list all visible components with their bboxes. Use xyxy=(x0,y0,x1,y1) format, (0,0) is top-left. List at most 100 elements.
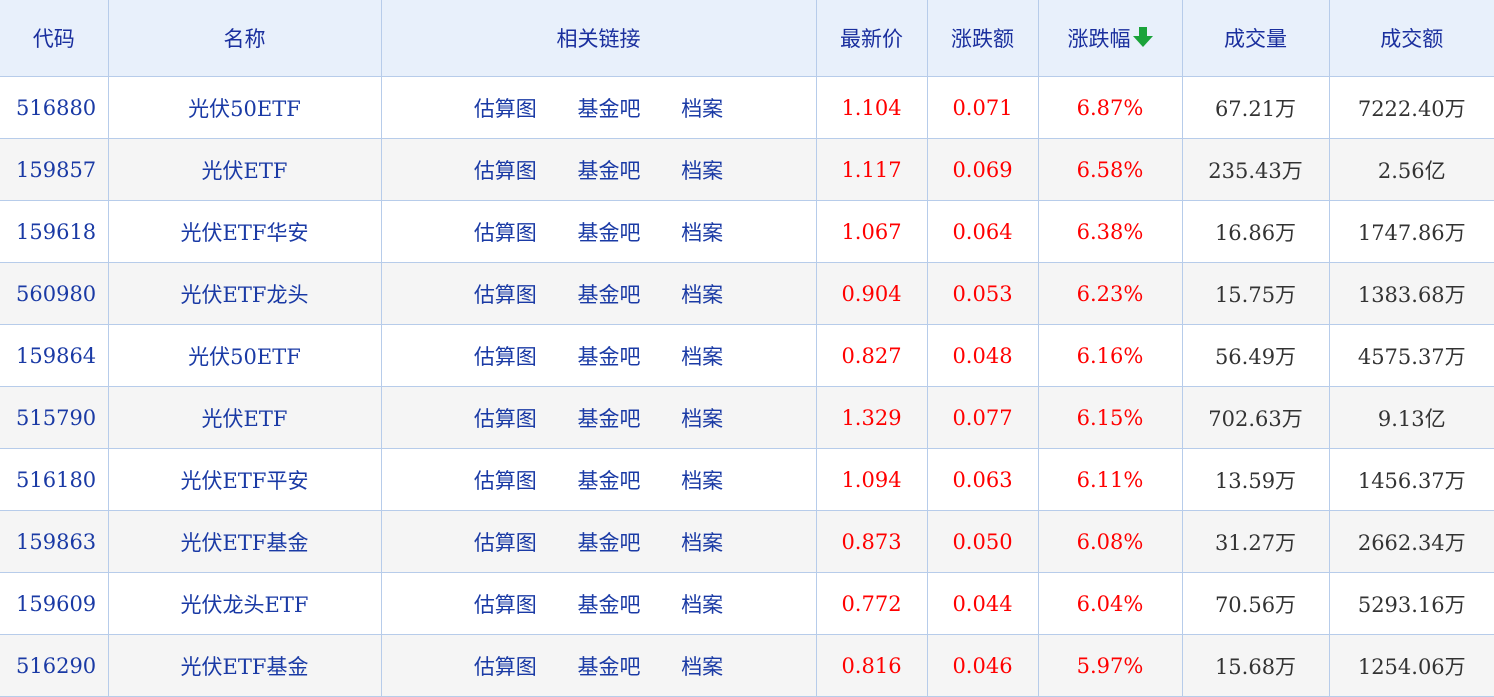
code-cell: 159864 xyxy=(0,324,109,387)
links-cell: 估算图 基金吧 档案 xyxy=(381,262,817,325)
fund-forum-link[interactable]: 基金吧 xyxy=(578,593,641,617)
fund-forum-link[interactable]: 基金吧 xyxy=(578,221,641,245)
change-pct-cell: 6.15% xyxy=(1038,386,1183,449)
fund-code-link[interactable]: 560980 xyxy=(16,282,96,306)
price-cell: 0.904 xyxy=(816,262,928,325)
table-row: 159609 光伏龙头ETF 估算图 基金吧 档案 0.772 0.044 6.… xyxy=(0,572,1494,635)
estimate-chart-link[interactable]: 估算图 xyxy=(474,531,537,555)
fund-profile-link[interactable]: 档案 xyxy=(681,97,723,121)
volume-cell: 70.56万 xyxy=(1182,572,1330,635)
estimate-chart-link[interactable]: 估算图 xyxy=(474,159,537,183)
volume-cell: 15.75万 xyxy=(1182,262,1330,325)
header-code[interactable]: 代码 xyxy=(0,0,109,77)
links-cell: 估算图 基金吧 档案 xyxy=(381,386,817,449)
estimate-chart-link[interactable]: 估算图 xyxy=(474,655,537,679)
header-amount[interactable]: 成交额 xyxy=(1329,0,1494,77)
fund-code-link[interactable]: 516290 xyxy=(16,654,96,678)
fund-name-link[interactable]: 光伏龙头ETF xyxy=(181,593,309,617)
name-cell: 光伏ETF龙头 xyxy=(108,262,382,325)
change-pct-cell: 6.11% xyxy=(1038,448,1183,511)
fund-name-link[interactable]: 光伏ETF平安 xyxy=(181,469,309,493)
code-cell: 516180 xyxy=(0,448,109,511)
table-row: 159857 光伏ETF 估算图 基金吧 档案 1.117 0.069 6.58… xyxy=(0,138,1494,201)
code-cell: 516880 xyxy=(0,76,109,139)
fund-code-link[interactable]: 159618 xyxy=(16,220,96,244)
name-cell: 光伏ETF华安 xyxy=(108,200,382,263)
code-cell: 515790 xyxy=(0,386,109,449)
volume-cell: 702.63万 xyxy=(1182,386,1330,449)
fund-name-link[interactable]: 光伏ETF基金 xyxy=(181,655,309,679)
table-row: 159618 光伏ETF华安 估算图 基金吧 档案 1.067 0.064 6.… xyxy=(0,200,1494,263)
estimate-chart-link[interactable]: 估算图 xyxy=(474,345,537,369)
fund-forum-link[interactable]: 基金吧 xyxy=(578,283,641,307)
code-cell: 159609 xyxy=(0,572,109,635)
fund-profile-link[interactable]: 档案 xyxy=(681,593,723,617)
links-cell: 估算图 基金吧 档案 xyxy=(381,510,817,573)
change-pct-cell: 6.08% xyxy=(1038,510,1183,573)
fund-profile-link[interactable]: 档案 xyxy=(681,221,723,245)
fund-profile-link[interactable]: 档案 xyxy=(681,531,723,555)
price-cell: 1.067 xyxy=(816,200,928,263)
fund-profile-link[interactable]: 档案 xyxy=(681,159,723,183)
fund-code-link[interactable]: 159857 xyxy=(16,158,96,182)
fund-profile-link[interactable]: 档案 xyxy=(681,345,723,369)
fund-name-link[interactable]: 光伏ETF华安 xyxy=(181,221,309,245)
fund-profile-link[interactable]: 档案 xyxy=(681,283,723,307)
links-cell: 估算图 基金吧 档案 xyxy=(381,76,817,139)
arrow-down-icon[interactable] xyxy=(1132,26,1153,53)
price-cell: 0.772 xyxy=(816,572,928,635)
amount-cell: 1254.06万 xyxy=(1329,634,1494,697)
fund-profile-link[interactable]: 档案 xyxy=(681,469,723,493)
estimate-chart-link[interactable]: 估算图 xyxy=(474,469,537,493)
estimate-chart-link[interactable]: 估算图 xyxy=(474,97,537,121)
change-cell: 0.063 xyxy=(927,448,1039,511)
header-name[interactable]: 名称 xyxy=(108,0,382,77)
table-row: 515790 光伏ETF 估算图 基金吧 档案 1.329 0.077 6.15… xyxy=(0,386,1494,449)
estimate-chart-link[interactable]: 估算图 xyxy=(474,407,537,431)
price-cell: 1.329 xyxy=(816,386,928,449)
fund-name-link[interactable]: 光伏ETF龙头 xyxy=(181,283,309,307)
header-change-pct[interactable]: 涨跌幅 xyxy=(1038,0,1183,77)
links-cell: 估算图 基金吧 档案 xyxy=(381,138,817,201)
fund-forum-link[interactable]: 基金吧 xyxy=(578,97,641,121)
fund-profile-link[interactable]: 档案 xyxy=(681,655,723,679)
fund-forum-link[interactable]: 基金吧 xyxy=(578,407,641,431)
fund-code-link[interactable]: 516180 xyxy=(16,468,96,492)
fund-forum-link[interactable]: 基金吧 xyxy=(578,345,641,369)
fund-name-link[interactable]: 光伏50ETF xyxy=(188,345,301,369)
fund-name-link[interactable]: 光伏ETF基金 xyxy=(181,531,309,555)
fund-code-link[interactable]: 159863 xyxy=(16,530,96,554)
fund-name-link[interactable]: 光伏ETF xyxy=(202,407,288,431)
table-body: 516880 光伏50ETF 估算图 基金吧 档案 1.104 0.071 6.… xyxy=(0,76,1494,697)
estimate-chart-link[interactable]: 估算图 xyxy=(474,593,537,617)
header-price[interactable]: 最新价 xyxy=(816,0,928,77)
fund-forum-link[interactable]: 基金吧 xyxy=(578,159,641,183)
price-cell: 1.104 xyxy=(816,76,928,139)
fund-profile-link[interactable]: 档案 xyxy=(681,407,723,431)
fund-code-link[interactable]: 515790 xyxy=(16,406,96,430)
change-cell: 0.044 xyxy=(927,572,1039,635)
fund-forum-link[interactable]: 基金吧 xyxy=(578,531,641,555)
volume-cell: 67.21万 xyxy=(1182,76,1330,139)
estimate-chart-link[interactable]: 估算图 xyxy=(474,221,537,245)
fund-quote-table: 代码 名称 相关链接 最新价 涨跌额 涨跌幅 成交量 成交额 516880 光伏… xyxy=(0,0,1494,697)
change-cell: 0.046 xyxy=(927,634,1039,697)
table-row: 516880 光伏50ETF 估算图 基金吧 档案 1.104 0.071 6.… xyxy=(0,76,1494,139)
change-cell: 0.071 xyxy=(927,76,1039,139)
header-change[interactable]: 涨跌额 xyxy=(927,0,1039,77)
price-cell: 1.117 xyxy=(816,138,928,201)
fund-code-link[interactable]: 159864 xyxy=(16,344,96,368)
change-pct-cell: 6.23% xyxy=(1038,262,1183,325)
amount-cell: 9.13亿 xyxy=(1329,386,1494,449)
amount-cell: 4575.37万 xyxy=(1329,324,1494,387)
fund-name-link[interactable]: 光伏ETF xyxy=(202,159,288,183)
fund-name-link[interactable]: 光伏50ETF xyxy=(188,97,301,121)
fund-forum-link[interactable]: 基金吧 xyxy=(578,469,641,493)
fund-code-link[interactable]: 516880 xyxy=(16,96,96,120)
table-row: 159864 光伏50ETF 估算图 基金吧 档案 0.827 0.048 6.… xyxy=(0,324,1494,387)
name-cell: 光伏ETF xyxy=(108,138,382,201)
fund-forum-link[interactable]: 基金吧 xyxy=(578,655,641,679)
estimate-chart-link[interactable]: 估算图 xyxy=(474,283,537,307)
header-volume[interactable]: 成交量 xyxy=(1182,0,1330,77)
fund-code-link[interactable]: 159609 xyxy=(16,592,96,616)
